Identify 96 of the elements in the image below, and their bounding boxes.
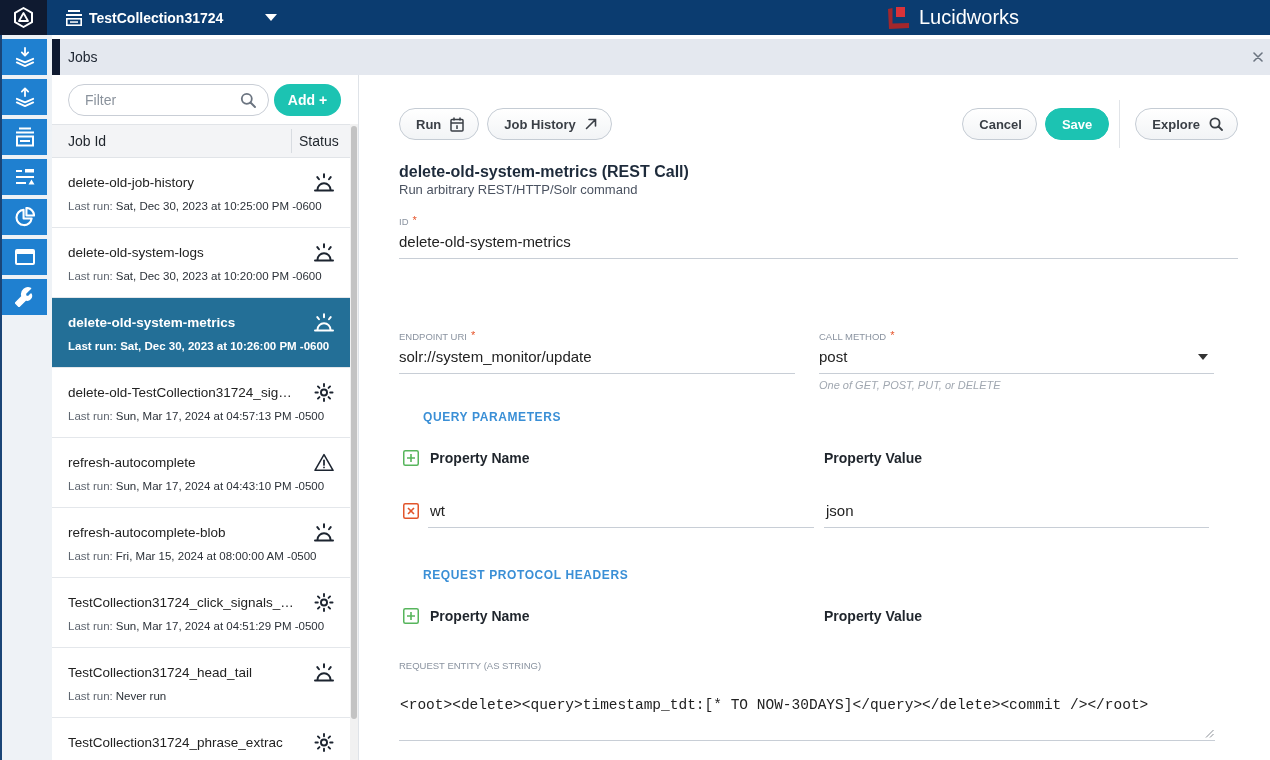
- sidebar-button[interactable]: [2, 279, 47, 315]
- layers-up-icon: [14, 87, 35, 107]
- last-run-time: Fri, Mar 15, 2024 at 08:00:00 AM -0500: [115, 550, 317, 562]
- sidebar-button[interactable]: [2, 79, 47, 115]
- calendar-icon: [450, 116, 465, 132]
- column-header: Property Value: [824, 450, 923, 466]
- last-run-time: Sun, Mar 17, 2024 at 04:57:13 PM -0500: [115, 410, 325, 422]
- column-header: Status: [299, 133, 339, 149]
- cancel-button[interactable]: Cancel: [962, 108, 1037, 140]
- caret-icon: [1198, 354, 1208, 360]
- warning-icon: [314, 452, 334, 472]
- layers-down-icon: [14, 47, 35, 67]
- job-name: TestCollection31724_phrase_extrac: [68, 734, 283, 750]
- column-header: Job Id: [68, 133, 107, 149]
- app-logo-icon[interactable]: [14, 7, 33, 28]
- sun-icon: [314, 592, 334, 612]
- job-name: refresh-autocomplete-blob: [68, 524, 226, 540]
- arrow-up-right-icon: [584, 118, 597, 130]
- panel-title: Jobs: [68, 49, 98, 65]
- property-name-field[interactable]: wt: [428, 501, 814, 528]
- job-description: Run arbitrary REST/HTTP/Solr command: [399, 182, 639, 198]
- sidebar-button[interactable]: [2, 119, 47, 155]
- caret-icon: [265, 14, 277, 21]
- call-method-dropdown[interactable]: post: [819, 347, 1214, 374]
- field-label: ID: [399, 216, 409, 228]
- plus-box-icon[interactable]: [403, 450, 419, 466]
- endpoint-field[interactable]: solr://system_monitor/update: [399, 347, 795, 374]
- required-mark: *: [470, 331, 476, 340]
- field-label: ENDPOINT URI: [399, 331, 467, 343]
- last-run-label: Last run:: [68, 410, 113, 422]
- sunrise-icon: [314, 662, 334, 682]
- field-label: REQUEST ENTITY (AS STRING): [399, 660, 543, 672]
- last-run-label: Last run:: [68, 690, 113, 702]
- sidebar-button[interactable]: [2, 239, 47, 275]
- property-value-field[interactable]: json: [824, 501, 1209, 528]
- plus-box-icon[interactable]: [403, 608, 419, 624]
- field-hint: One of GET, POST, PUT, or DELETE: [819, 378, 1002, 392]
- sidebar-button[interactable]: [2, 39, 47, 75]
- last-run-time: Sun, Mar 17, 2024 at 04:43:10 PM -0500: [115, 480, 325, 492]
- sun-icon: [314, 382, 334, 402]
- last-run-label: Last run:: [68, 550, 113, 562]
- job-name: TestCollection31724_click_signals_…: [68, 594, 294, 610]
- tray-icon: [65, 9, 83, 26]
- explore-button[interactable]: Explore: [1135, 108, 1238, 140]
- required-mark: *: [412, 216, 417, 225]
- column-header: Property Value: [824, 608, 923, 624]
- job-name: delete-old-system-logs: [68, 244, 204, 260]
- sunrise-icon: [314, 522, 334, 542]
- pie-chart-icon: [14, 207, 35, 227]
- x-box-icon[interactable]: [403, 503, 419, 519]
- sun-icon: [314, 732, 334, 752]
- window-icon: [14, 247, 35, 267]
- history-button[interactable]: Job History: [487, 108, 612, 140]
- job-row[interactable]: delete-old-system-metrics Last run: Sat, Dec 30, 2023 at 10:26:00 PM -0600: [52, 298, 350, 368]
- column-header: Property Name: [430, 450, 531, 466]
- job-name: refresh-autocomplete: [68, 454, 196, 470]
- field-label: CALL METHOD: [819, 331, 887, 343]
- job-name: delete-old-system-metrics: [68, 314, 236, 330]
- required-mark: *: [890, 331, 895, 340]
- tray-icon: [14, 127, 35, 147]
- section-title: REQUEST PROTOCOL HEADERS: [422, 568, 630, 582]
- job-name: delete-old-TestCollection31724_sig…: [68, 384, 292, 400]
- sunrise-icon: [314, 172, 334, 192]
- collection-selector[interactable]: TestCollection31724: [65, 5, 277, 30]
- last-run-label: Last run:: [68, 200, 113, 212]
- brand-name: Lucidworks: [919, 6, 1020, 29]
- close-icon[interactable]: [1253, 52, 1263, 62]
- last-run-time: Sun, Mar 17, 2024 at 04:51:29 PM -0500: [115, 620, 325, 632]
- last-run-time: Sat, Dec 30, 2023 at 10:26:00 PM -0600: [120, 340, 330, 352]
- id-field[interactable]: delete-old-system-metrics: [399, 232, 1238, 259]
- scrollbar[interactable]: [351, 126, 357, 719]
- column-header: Property Name: [430, 608, 531, 624]
- sidebar-button[interactable]: [2, 199, 47, 235]
- sliders-icon: [14, 167, 35, 187]
- run-button[interactable]: Run: [399, 108, 480, 140]
- last-run-label: Last run:: [68, 620, 113, 632]
- job-name: TestCollection31724_head_tail: [68, 664, 252, 680]
- section-title: QUERY PARAMETERS: [422, 410, 563, 424]
- last-run-label: Last run:: [68, 340, 118, 352]
- resize-grip-icon[interactable]: [1205, 729, 1214, 738]
- filter-field[interactable]: Filter: [68, 84, 269, 116]
- sunrise-icon: [314, 312, 334, 332]
- wrench-icon: [14, 287, 35, 307]
- last-run-time: Sat, Dec 30, 2023 at 10:25:00 PM -0600: [115, 200, 322, 212]
- job-title: delete-old-system-metrics (REST Call): [399, 162, 690, 182]
- last-run-label: Last run:: [68, 270, 113, 282]
- search-icon: [240, 92, 256, 108]
- sidebar-button[interactable]: [2, 159, 47, 195]
- request-entity-field[interactable]: <root><delete><query>timestamp_tdt:[* TO NOW-30DAYS]</query></delete><commit /></root>: [399, 672, 1215, 741]
- last-run-label: Last run:: [68, 480, 113, 492]
- sunrise-icon: [314, 242, 334, 262]
- brand-logo-icon: [888, 6, 910, 29]
- last-run-time: Sat, Dec 30, 2023 at 10:20:00 PM -0600: [115, 270, 322, 282]
- search-icon: [1209, 117, 1223, 131]
- job-name: delete-old-job-history: [68, 174, 195, 190]
- last-run-time: Never run: [115, 690, 167, 702]
